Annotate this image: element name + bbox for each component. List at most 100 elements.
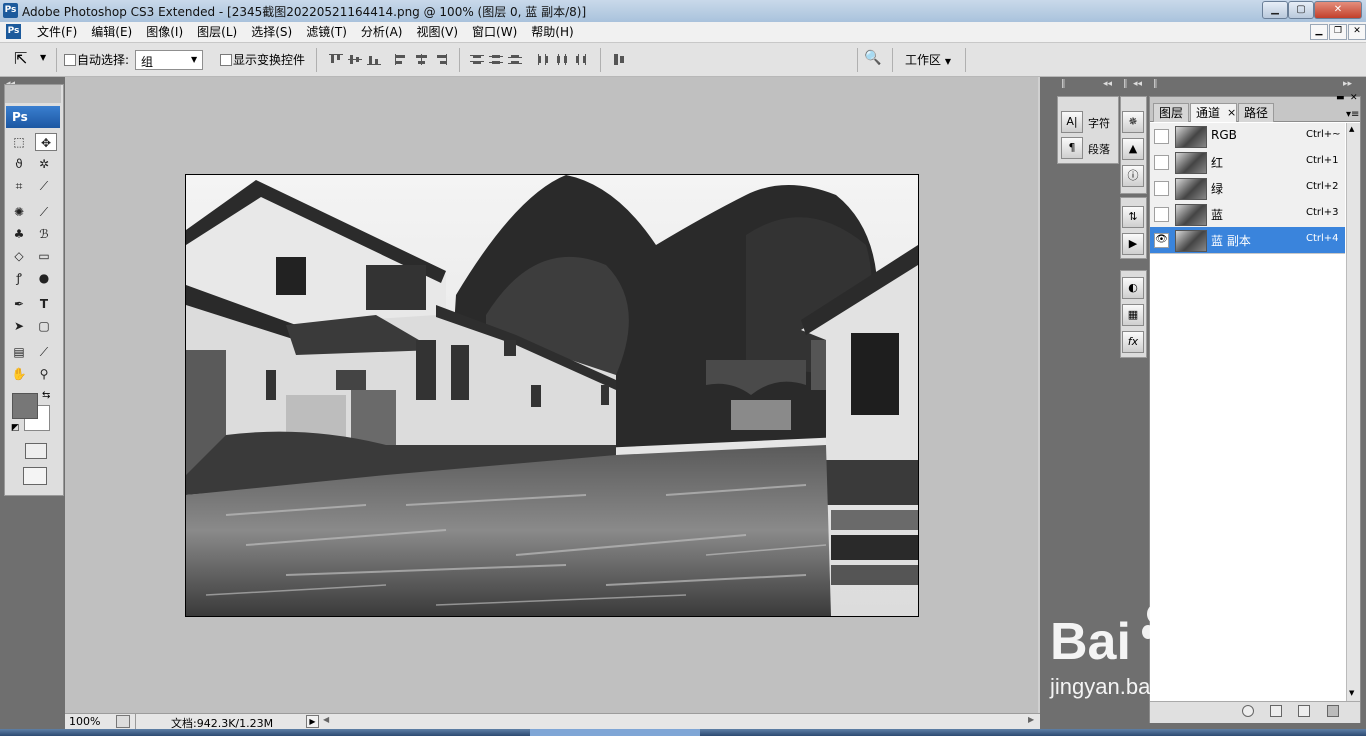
visibility-toggle[interactable] bbox=[1154, 181, 1169, 196]
load-selection-icon[interactable] bbox=[1242, 705, 1254, 717]
paragraph-label[interactable]: 段落 bbox=[1088, 141, 1110, 157]
channel-row-blue-copy[interactable]: 👁 蓝 副本 Ctrl+4 bbox=[1150, 227, 1345, 254]
pen-tool-icon[interactable]: ✒ bbox=[10, 295, 28, 313]
new-channel-icon[interactable] bbox=[1298, 705, 1310, 717]
align-hcenter-icon[interactable] bbox=[414, 54, 428, 65]
navigator-icon[interactable]: ✵ bbox=[1122, 111, 1144, 133]
dock-grip-icon[interactable]: ‖ bbox=[1123, 79, 1128, 89]
shape-tool-icon[interactable]: ▢ bbox=[35, 317, 53, 335]
vertical-scrollbar[interactable] bbox=[1038, 77, 1040, 713]
auto-align-layers-icon[interactable] bbox=[612, 54, 626, 65]
character-label[interactable]: 字符 bbox=[1088, 115, 1110, 131]
panel-menu-icon[interactable]: ▾≡ bbox=[1346, 109, 1359, 120]
close-button[interactable]: ✕ bbox=[1314, 1, 1362, 19]
channel-row-rgb[interactable]: RGB Ctrl+~ bbox=[1150, 123, 1345, 150]
eyedropper-tool-icon[interactable]: ⟋ bbox=[35, 343, 53, 361]
history-brush-tool-icon[interactable]: ℬ bbox=[35, 225, 53, 243]
save-selection-icon[interactable] bbox=[1270, 705, 1282, 717]
menu-select[interactable]: 选择(S) bbox=[244, 24, 299, 40]
status-menu-arrow-icon[interactable]: ▶ bbox=[306, 715, 319, 728]
tab-channels[interactable]: 通道 × bbox=[1190, 103, 1238, 122]
zoom-tool-icon[interactable]: ⚲ bbox=[35, 365, 53, 383]
toolbox-grip[interactable] bbox=[5, 85, 61, 103]
menu-window[interactable]: 窗口(W) bbox=[465, 24, 524, 40]
distribute-bottom-icon[interactable] bbox=[508, 54, 522, 65]
notes-tool-icon[interactable]: ▤ bbox=[10, 343, 28, 361]
healing-brush-tool-icon[interactable]: ✺ bbox=[10, 203, 28, 221]
path-selection-tool-icon[interactable]: ➤ bbox=[10, 317, 28, 335]
swap-colors-icon[interactable]: ⇆ bbox=[42, 390, 50, 401]
distribute-right-icon[interactable] bbox=[575, 54, 589, 65]
menu-filter[interactable]: 滤镜(T) bbox=[299, 24, 354, 40]
distribute-top-icon[interactable] bbox=[470, 54, 484, 65]
hand-tool-icon[interactable]: ✋ bbox=[10, 365, 28, 383]
workspace-menu[interactable]: 工作区 ▼ bbox=[905, 51, 951, 68]
blur-tool-icon[interactable]: ꝭ bbox=[10, 269, 28, 287]
scroll-left-icon[interactable]: ◀ bbox=[323, 715, 329, 724]
zoom-level[interactable]: 100% bbox=[69, 715, 100, 728]
align-vcenter-icon[interactable] bbox=[348, 54, 362, 65]
bridge-icon[interactable]: 🔍 bbox=[864, 50, 886, 68]
brush-tool-icon[interactable]: ⟋ bbox=[35, 203, 53, 221]
collapse-arrows-icon[interactable]: ◂◂ bbox=[1133, 79, 1142, 89]
history-icon[interactable]: ⇅ bbox=[1122, 206, 1144, 228]
dodge-tool-icon[interactable]: ● bbox=[35, 269, 53, 287]
foreground-color-swatch[interactable] bbox=[12, 393, 38, 419]
menu-help[interactable]: 帮助(H) bbox=[524, 24, 580, 40]
dock-grip-icon[interactable]: ‖ bbox=[1153, 79, 1158, 89]
type-tool-icon[interactable]: T bbox=[35, 295, 53, 313]
minimize-button[interactable]: ▁ bbox=[1262, 1, 1288, 19]
quick-mask-icon[interactable] bbox=[25, 443, 47, 459]
doc-restore-button[interactable]: ❐ bbox=[1329, 24, 1347, 40]
magic-wand-tool-icon[interactable]: ✲ bbox=[35, 155, 53, 173]
clone-stamp-tool-icon[interactable]: ♣ bbox=[10, 225, 28, 243]
menu-layer[interactable]: 图层(L) bbox=[190, 24, 244, 40]
align-top-icon[interactable] bbox=[329, 54, 343, 65]
distribute-hcenter-icon[interactable] bbox=[556, 54, 570, 65]
actions-icon[interactable]: ▶ bbox=[1122, 233, 1144, 255]
info-icon[interactable]: ⓘ bbox=[1122, 165, 1144, 187]
lasso-tool-icon[interactable]: ϑ bbox=[10, 155, 28, 173]
screen-mode-icon[interactable] bbox=[23, 467, 47, 485]
dock-grip-icon[interactable]: ‖ bbox=[1061, 79, 1066, 89]
visibility-toggle[interactable] bbox=[1154, 155, 1169, 170]
swatches-icon[interactable]: ▦ bbox=[1122, 304, 1144, 326]
eraser-tool-icon[interactable]: ◇ bbox=[10, 247, 28, 265]
show-transform-checkbox[interactable] bbox=[220, 54, 232, 66]
align-bottom-icon[interactable] bbox=[367, 54, 381, 65]
eye-icon[interactable]: 👁 bbox=[1154, 233, 1169, 248]
scroll-up-icon[interactable]: ▲ bbox=[1349, 125, 1354, 133]
status-info-icon[interactable] bbox=[116, 715, 130, 728]
menu-edit[interactable]: 编辑(E) bbox=[84, 24, 139, 40]
menu-file[interactable]: 文件(F) bbox=[30, 24, 84, 40]
scroll-right-icon[interactable]: ▶ bbox=[1028, 715, 1034, 724]
auto-select-dropdown[interactable]: 组 ▼ bbox=[135, 50, 203, 70]
channel-row-blue[interactable]: 蓝 Ctrl+3 bbox=[1150, 201, 1345, 228]
visibility-toggle[interactable] bbox=[1154, 207, 1169, 222]
doc-close-button[interactable]: ✕ bbox=[1348, 24, 1366, 40]
color-icon[interactable]: ◐ bbox=[1122, 277, 1144, 299]
channel-row-red[interactable]: 红 Ctrl+1 bbox=[1150, 149, 1345, 176]
document-icon[interactable]: Ps bbox=[6, 24, 21, 39]
gradient-tool-icon[interactable]: ▭ bbox=[35, 247, 53, 265]
histogram-icon[interactable]: ▲ bbox=[1122, 138, 1144, 160]
maximize-button[interactable]: ▢ bbox=[1288, 1, 1314, 19]
document-image[interactable] bbox=[185, 174, 919, 617]
align-left-icon[interactable] bbox=[395, 54, 409, 65]
tab-close-icon[interactable]: × bbox=[1227, 104, 1236, 122]
collapse-arrows-icon[interactable]: ◂◂ bbox=[1103, 79, 1112, 89]
menu-view[interactable]: 视图(V) bbox=[409, 24, 465, 40]
move-tool-preset-icon[interactable]: ⇱ bbox=[14, 49, 27, 68]
taskbar-active-item[interactable] bbox=[530, 729, 700, 736]
auto-select-checkbox[interactable] bbox=[64, 54, 76, 66]
panel-minimize-icon[interactable]: ▬ bbox=[1336, 93, 1345, 103]
visibility-toggle[interactable] bbox=[1154, 129, 1169, 144]
menu-analysis[interactable]: 分析(A) bbox=[354, 24, 410, 40]
slice-tool-icon[interactable]: ⟋ bbox=[35, 177, 53, 195]
menu-image[interactable]: 图像(I) bbox=[139, 24, 190, 40]
paragraph-icon[interactable]: ¶ bbox=[1061, 137, 1083, 159]
doc-minimize-button[interactable]: ▁ bbox=[1310, 24, 1328, 40]
delete-channel-icon[interactable] bbox=[1327, 705, 1339, 717]
channel-row-green[interactable]: 绿 Ctrl+2 bbox=[1150, 175, 1345, 202]
panel-close-icon[interactable]: ✕ bbox=[1350, 93, 1358, 103]
